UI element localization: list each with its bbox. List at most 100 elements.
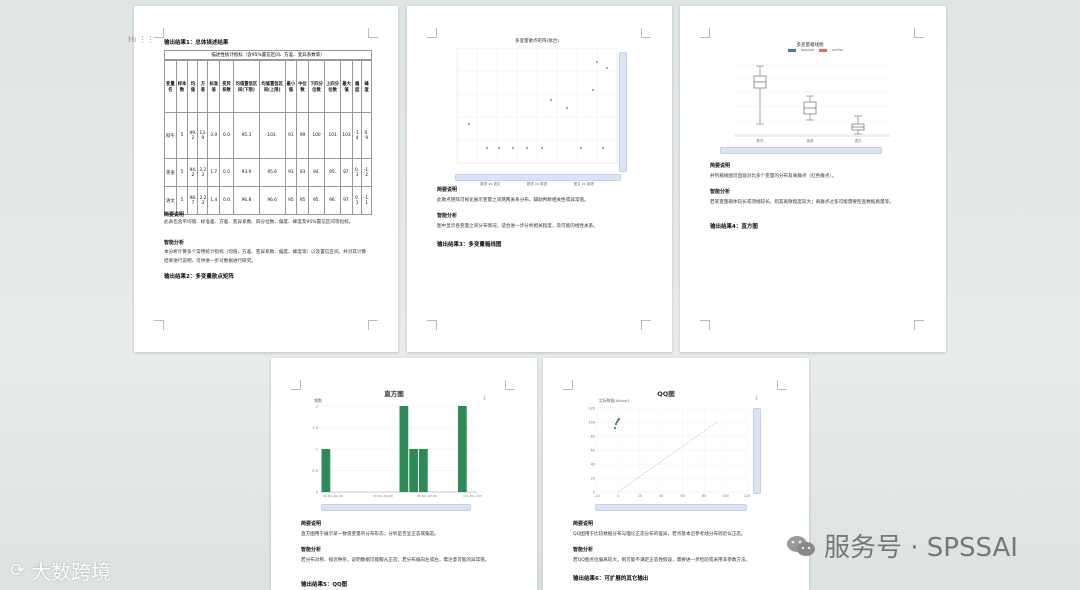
legend-item: outlier: [832, 48, 844, 52]
legend-item: boxplot: [801, 48, 815, 52]
y-tick-label: 20: [591, 477, 595, 481]
crop-mark: [427, 28, 437, 38]
brief-text: 此表包含平均值、标准差、方差、变异系数、四分位数、偏度、峰度及95%置信区间等指…: [164, 220, 354, 225]
x-tick-label: 95.80~97.00: [417, 494, 437, 498]
horizontal-scrollbar[interactable]: [720, 147, 882, 154]
horizontal-scrollbar[interactable]: [595, 504, 747, 511]
analysis-text: 若某变量箱体较长或须线较长，则其离散程度较大；离群点过多可能需要检查数据质量等。: [710, 200, 894, 205]
horizontal-scrollbar[interactable]: [455, 174, 621, 181]
next-section-title: 输出结果6：可扩展的其它输出: [573, 576, 649, 582]
table-cell: 97.: [340, 186, 353, 215]
scatter-point: [580, 147, 582, 149]
table-header-cell: 均值置信区间(下限): [233, 60, 260, 113]
scatter-point: [498, 147, 500, 149]
boxplot-chart: 数学 英语 语文: [734, 63, 890, 143]
x-tick-label: 101.80~103.00: [463, 494, 482, 498]
table-header-cell: 上四分位数: [324, 60, 342, 113]
y-tick-label: 80: [591, 435, 595, 439]
x-tick-label: 93.40~94.60: [373, 494, 393, 498]
y-tick-label: 60: [591, 449, 595, 453]
x-tick-label: 20: [638, 494, 642, 498]
table-cell: 0.3: [351, 158, 363, 187]
table-cell: 95: [296, 186, 309, 215]
scatter-point: [512, 147, 514, 149]
table-cell: 95: [284, 186, 298, 215]
table-cell: 1.4: [207, 186, 221, 215]
x-tick-label: 0: [617, 494, 619, 498]
table-header-cell: 最小值: [284, 60, 298, 113]
table-header-cell: 样本数: [175, 60, 189, 113]
table-header-cell: 均值置信区间(上限): [258, 60, 286, 113]
y-tick-label: 0: [316, 491, 319, 495]
crop-mark: [154, 28, 164, 38]
table-cell: 93: [296, 158, 309, 187]
table-cell: 0.9: [361, 112, 372, 159]
reference-line: [617, 421, 718, 493]
table-cell: 94.: [307, 158, 326, 187]
table-cell: 95.3: [233, 112, 260, 159]
x-tick-label: 80: [702, 494, 706, 498]
table-cell: 拟午: [164, 112, 177, 159]
x-tick-label: 语文: [855, 138, 863, 143]
scatter-point: [566, 107, 568, 109]
scatter-point: [606, 67, 608, 69]
brief-text: 并列箱线图可直观对比多个变量的分布及离群点（红色散点）。: [710, 174, 837, 179]
table-cell: 94.2: [187, 158, 199, 187]
table-cell: 96.8: [233, 186, 260, 215]
vertical-scrollbar[interactable]: [619, 52, 627, 172]
next-section-title: 输出结果2：多变量散点矩阵: [164, 274, 234, 280]
y-tick-label: 120: [589, 407, 595, 411]
watermark-left: ⟳ 大数跨境: [10, 556, 111, 585]
histogram-chart: 2 1.5 1 0.5 0 91.00~92.20 93.40~94.60 95.80~97.…: [312, 405, 482, 499]
x-tick-label: 120: [744, 494, 750, 498]
brief-title: 简要说明: [573, 521, 594, 527]
table-cell: 英语: [164, 158, 177, 187]
histogram-bar: [399, 406, 409, 492]
brief-title: 简要说明: [437, 187, 458, 193]
vertical-scrollbar[interactable]: [753, 408, 761, 494]
next-section-title: 输出结果5：QQ图: [301, 582, 348, 588]
brief-text: QQ图用于比较数据分布与理论正态分布的差异，若点基本沿参考线分布则近似正态。: [573, 532, 746, 537]
table-cell: 1.7: [207, 158, 221, 187]
table-header-cell: 均值: [187, 60, 199, 113]
table-cell: 95.6: [258, 158, 286, 187]
scatter-point: [602, 147, 604, 149]
horizontal-scrollbar[interactable]: [321, 504, 471, 511]
crop-mark: [914, 28, 924, 38]
qq-plot-chart: 120100806040200-20 0 20 40 60 80 100 120: [589, 407, 751, 499]
scatter-point: [596, 61, 598, 63]
table-cell: -1.2: [361, 158, 372, 187]
table-cell: 93: [284, 158, 298, 187]
chart-menu-icon[interactable]: ⤓: [483, 394, 486, 402]
table-cell: 96.6: [258, 186, 286, 215]
table-cell: 99.2: [187, 112, 199, 159]
table-header-cell: 下四分位数: [307, 60, 326, 113]
chart-title: 直方图: [384, 390, 404, 398]
crop-mark: [154, 320, 164, 330]
table-cell: 5: [175, 112, 189, 159]
y-tick-label: 2: [316, 405, 318, 409]
table-header-cell: 方差: [197, 60, 209, 113]
analysis-text: 若QQ图点位偏离较大，则可能不满足正态性假设，需要进一步检验或采用非参数方法。: [573, 558, 751, 563]
crop-mark: [641, 320, 651, 330]
table-cell: 98.7: [187, 186, 199, 215]
wechat-icon: [787, 535, 815, 556]
legend-item: 数学 vs 语文: [480, 182, 501, 186]
analysis-text: 本分析计算多个常用统计指标（均值、方差、变异系数、偏度、峰度等）以及置信区间，并…: [164, 250, 367, 264]
chart-menu-icon[interactable]: ⤓: [755, 394, 758, 402]
qq-point: [613, 426, 617, 430]
histogram-bar: [419, 449, 428, 492]
table-cell: 103: [340, 112, 353, 159]
table-cell: 97.: [340, 158, 353, 187]
document-page-3: 多变量箱线图 boxplot outlier 数学 英语 语文 简要说明 并列箱线图…: [680, 6, 946, 352]
crop-mark: [700, 28, 710, 38]
analysis-title: 智能分析: [437, 213, 458, 219]
drag-handle[interactable]: Hı ⋮⋮: [128, 35, 155, 44]
crop-mark: [368, 28, 378, 38]
table-header-cell: 峰度: [361, 60, 372, 113]
histogram-bar: [321, 449, 331, 492]
scatter-point: [468, 123, 470, 125]
brand-logo-icon: ⟳: [10, 560, 26, 581]
scatter-matrix-chart: [456, 48, 618, 164]
crop-mark: [368, 320, 378, 330]
